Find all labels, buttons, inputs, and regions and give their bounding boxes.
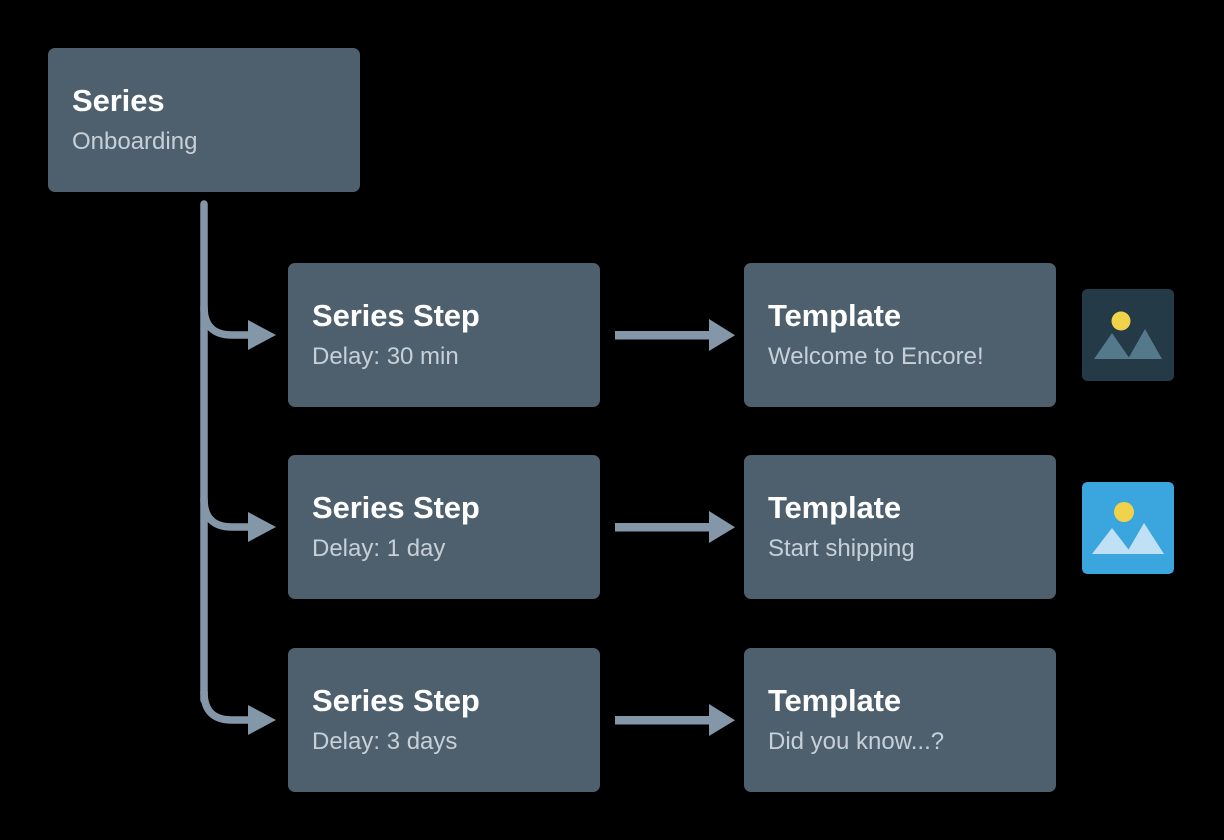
diagram-canvas: Series Onboarding Series Step Delay: 30 …	[0, 0, 1224, 840]
connector-branch-0	[200, 303, 256, 339]
connector-shaft	[615, 523, 717, 532]
connector-shaft	[615, 331, 717, 340]
template-subject: Start shipping	[768, 535, 915, 563]
series-step-delay: Delay: 3 days	[312, 728, 458, 756]
step-template-connectors	[615, 319, 735, 736]
series-step-title: Series Step	[312, 490, 480, 526]
branch-arrowheads	[248, 320, 276, 735]
template-title: Template	[768, 683, 901, 719]
arrow-right-icon	[709, 511, 735, 543]
template-node[interactable]: Template Start shipping	[744, 455, 1056, 599]
connector-branch-2	[200, 688, 256, 724]
series-step-node[interactable]: Series Step Delay: 3 days	[288, 648, 600, 792]
series-step-title: Series Step	[312, 298, 480, 334]
connector-branch-1	[200, 495, 256, 531]
series-step-title: Series Step	[312, 683, 480, 719]
arrow-right-icon	[709, 319, 735, 351]
template-subject: Welcome to Encore!	[768, 343, 984, 371]
series-step-node[interactable]: Series Step Delay: 30 min	[288, 263, 600, 407]
series-step-node[interactable]: Series Step Delay: 1 day	[288, 455, 600, 599]
template-node[interactable]: Template Welcome to Encore!	[744, 263, 1056, 407]
template-node[interactable]: Template Did you know...?	[744, 648, 1056, 792]
template-thumbnail[interactable]	[1082, 482, 1174, 574]
arrow-right-icon	[248, 320, 276, 350]
template-title: Template	[768, 490, 901, 526]
series-node-subtitle: Onboarding	[72, 128, 198, 156]
arrow-right-icon	[248, 512, 276, 542]
template-title: Template	[768, 298, 901, 334]
series-step-delay: Delay: 30 min	[312, 343, 459, 371]
arrow-right-icon	[709, 704, 735, 736]
series-node-title: Series	[72, 83, 165, 119]
template-thumbnail[interactable]	[1082, 289, 1174, 381]
image-placeholder-icon	[1082, 482, 1174, 574]
arrow-right-icon	[248, 705, 276, 735]
connector-shaft	[615, 716, 717, 725]
series-branch-connectors	[200, 200, 256, 724]
series-step-delay: Delay: 1 day	[312, 535, 446, 563]
image-placeholder-icon	[1082, 289, 1174, 381]
template-subject: Did you know...?	[768, 728, 945, 756]
series-node[interactable]: Series Onboarding	[48, 48, 360, 192]
